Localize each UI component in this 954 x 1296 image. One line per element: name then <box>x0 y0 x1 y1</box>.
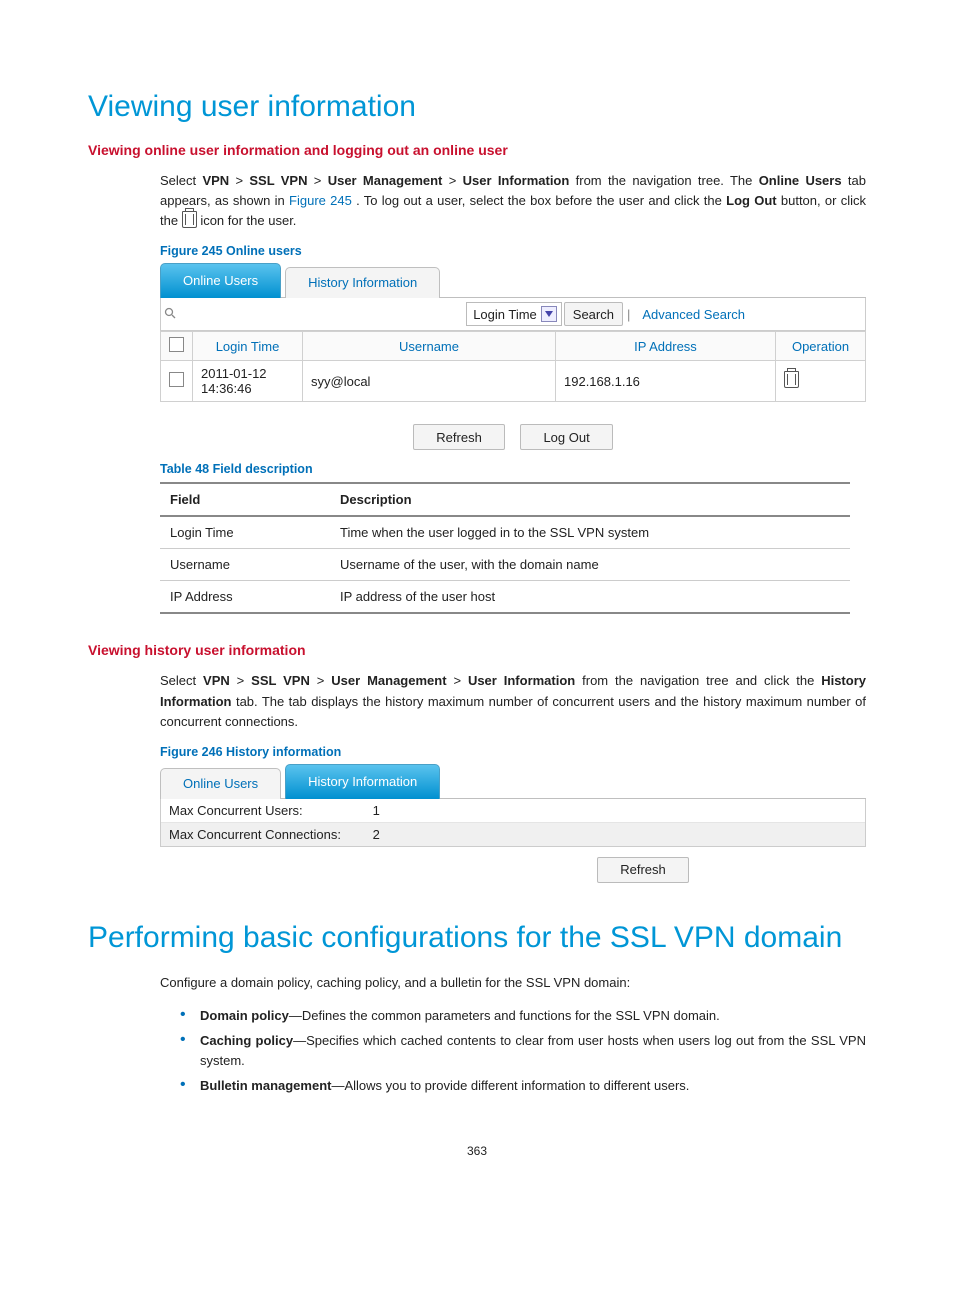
bullet-text: —Allows you to provide different informa… <box>331 1078 689 1093</box>
bullet-text: —Specifies which cached contents to clea… <box>200 1033 866 1068</box>
cell-field: Login Time <box>160 516 330 549</box>
bullet-title: Caching policy <box>200 1033 293 1048</box>
online-users-table: Login Time Username IP Address Operation… <box>160 331 866 402</box>
col-field: Field <box>160 483 330 516</box>
heading-basic-config: Performing basic configurations for the … <box>88 921 866 955</box>
max-users-value: 1 <box>373 803 380 818</box>
text: Select <box>160 173 202 188</box>
config-bullet-list: Domain policy—Defines the common paramet… <box>176 1006 866 1096</box>
trash-icon <box>182 211 197 228</box>
text: icon for the user. <box>200 213 296 228</box>
text: from the navigation tree and click the <box>582 673 821 688</box>
breadcrumb-sslvpn: SSL VPN <box>251 673 310 688</box>
col-description: Description <box>330 483 850 516</box>
cell-username: syy@local <box>303 361 556 402</box>
cell-field: IP Address <box>160 581 330 614</box>
col-operation: Operation <box>776 332 866 361</box>
text: > <box>449 173 463 188</box>
heading-viewing-user-info: Viewing user information <box>88 90 866 124</box>
breadcrumb-vpn: VPN <box>202 173 229 188</box>
search-field-dropdown[interactable]: Login Time <box>466 302 562 326</box>
text: > <box>317 673 332 688</box>
dropdown-value: Login Time <box>473 307 537 322</box>
max-users-label: Max Concurrent Users: <box>169 803 369 818</box>
breadcrumb-user-info: User Information <box>463 173 570 188</box>
tab-online-users[interactable]: Online Users <box>160 768 281 799</box>
list-item: Caching policy—Specifies which cached co… <box>176 1031 866 1070</box>
breadcrumb-user-info: User Information <box>468 673 575 688</box>
subheading-online-user: Viewing online user information and logg… <box>88 142 866 158</box>
subheading-history-user: Viewing history user information <box>88 642 866 658</box>
page-number: 363 <box>88 1144 866 1158</box>
breadcrumb-user-mgmt: User Management <box>331 673 446 688</box>
paragraph-history-user: Select VPN > SSL VPN > User Management >… <box>160 671 866 731</box>
col-ip-address: IP Address <box>556 332 776 361</box>
table-row: Login Time Time when the user logged in … <box>160 516 850 549</box>
link-figure-245[interactable]: Figure 245 <box>289 193 352 208</box>
bullet-text: —Defines the common parameters and funct… <box>289 1008 720 1023</box>
col-username: Username <box>303 332 556 361</box>
tab-name-online-users: Online Users <box>759 173 842 188</box>
bullet-title: Domain policy <box>200 1008 289 1023</box>
cell-desc: Username of the user, with the domain na… <box>330 549 850 581</box>
figure-245-caption: Figure 245 Online users <box>160 244 866 258</box>
table-48-caption: Table 48 Field description <box>160 462 866 476</box>
refresh-button[interactable]: Refresh <box>413 424 505 450</box>
cell-desc: IP address of the user host <box>330 581 850 614</box>
text: from the navigation tree. The <box>576 173 759 188</box>
paragraph-online-user: Select VPN > SSL VPN > User Management >… <box>160 171 866 231</box>
advanced-search-link[interactable]: Advanced Search <box>642 307 745 322</box>
tab-history-information[interactable]: History Information <box>285 267 440 298</box>
cell-login-time: 2011-01-12 14:36:46 <box>193 361 303 402</box>
breadcrumb-vpn: VPN <box>203 673 230 688</box>
max-conn-label: Max Concurrent Connections: <box>169 827 369 842</box>
search-button[interactable]: Search <box>564 302 623 326</box>
table-row: Username Username of the user, with the … <box>160 549 850 581</box>
text: > <box>453 673 468 688</box>
table-row: 2011-01-12 14:36:46 syy@local 192.168.1.… <box>161 361 866 402</box>
max-conn-value: 2 <box>373 827 380 842</box>
row-checkbox[interactable] <box>169 372 184 387</box>
cell-field: Username <box>160 549 330 581</box>
text: tab. The tab displays the history maximu… <box>160 694 866 729</box>
log-out-button[interactable]: Log Out <box>520 424 612 450</box>
list-item: Domain policy—Defines the common paramet… <box>176 1006 866 1026</box>
col-login-time: Login Time <box>193 332 303 361</box>
figure-245-screenshot: Online Users History Information Login T… <box>160 264 866 450</box>
chevron-down-icon <box>541 306 557 322</box>
field-description-table: Field Description Login Time Time when t… <box>160 482 850 614</box>
cell-desc: Time when the user logged in to the SSL … <box>330 516 850 549</box>
bullet-title: Bulletin management <box>200 1078 331 1093</box>
list-item: Bulletin management—Allows you to provid… <box>176 1076 866 1096</box>
search-input[interactable] <box>179 303 464 325</box>
text: > <box>314 173 328 188</box>
text: > <box>235 173 249 188</box>
cell-ip-address: 192.168.1.16 <box>556 361 776 402</box>
refresh-button[interactable]: Refresh <box>597 857 689 883</box>
delete-icon[interactable] <box>784 371 799 388</box>
figure-246-screenshot: Online Users History Information Max Con… <box>160 765 866 887</box>
paragraph-basic-config: Configure a domain policy, caching polic… <box>160 973 866 993</box>
breadcrumb-user-mgmt: User Management <box>328 173 443 188</box>
tab-history-information[interactable]: History Information <box>285 764 440 799</box>
figure-246-caption: Figure 246 History information <box>160 745 866 759</box>
separator: | <box>627 307 630 322</box>
tab-online-users[interactable]: Online Users <box>160 263 281 298</box>
col-checkbox[interactable] <box>161 332 193 361</box>
table-row: IP Address IP address of the user host <box>160 581 850 614</box>
text: . To log out a user, select the box befo… <box>356 193 726 208</box>
breadcrumb-sslvpn: SSL VPN <box>249 173 307 188</box>
text: > <box>237 673 252 688</box>
search-icon <box>161 307 179 322</box>
text: Select <box>160 673 203 688</box>
button-name-log-out: Log Out <box>726 193 776 208</box>
